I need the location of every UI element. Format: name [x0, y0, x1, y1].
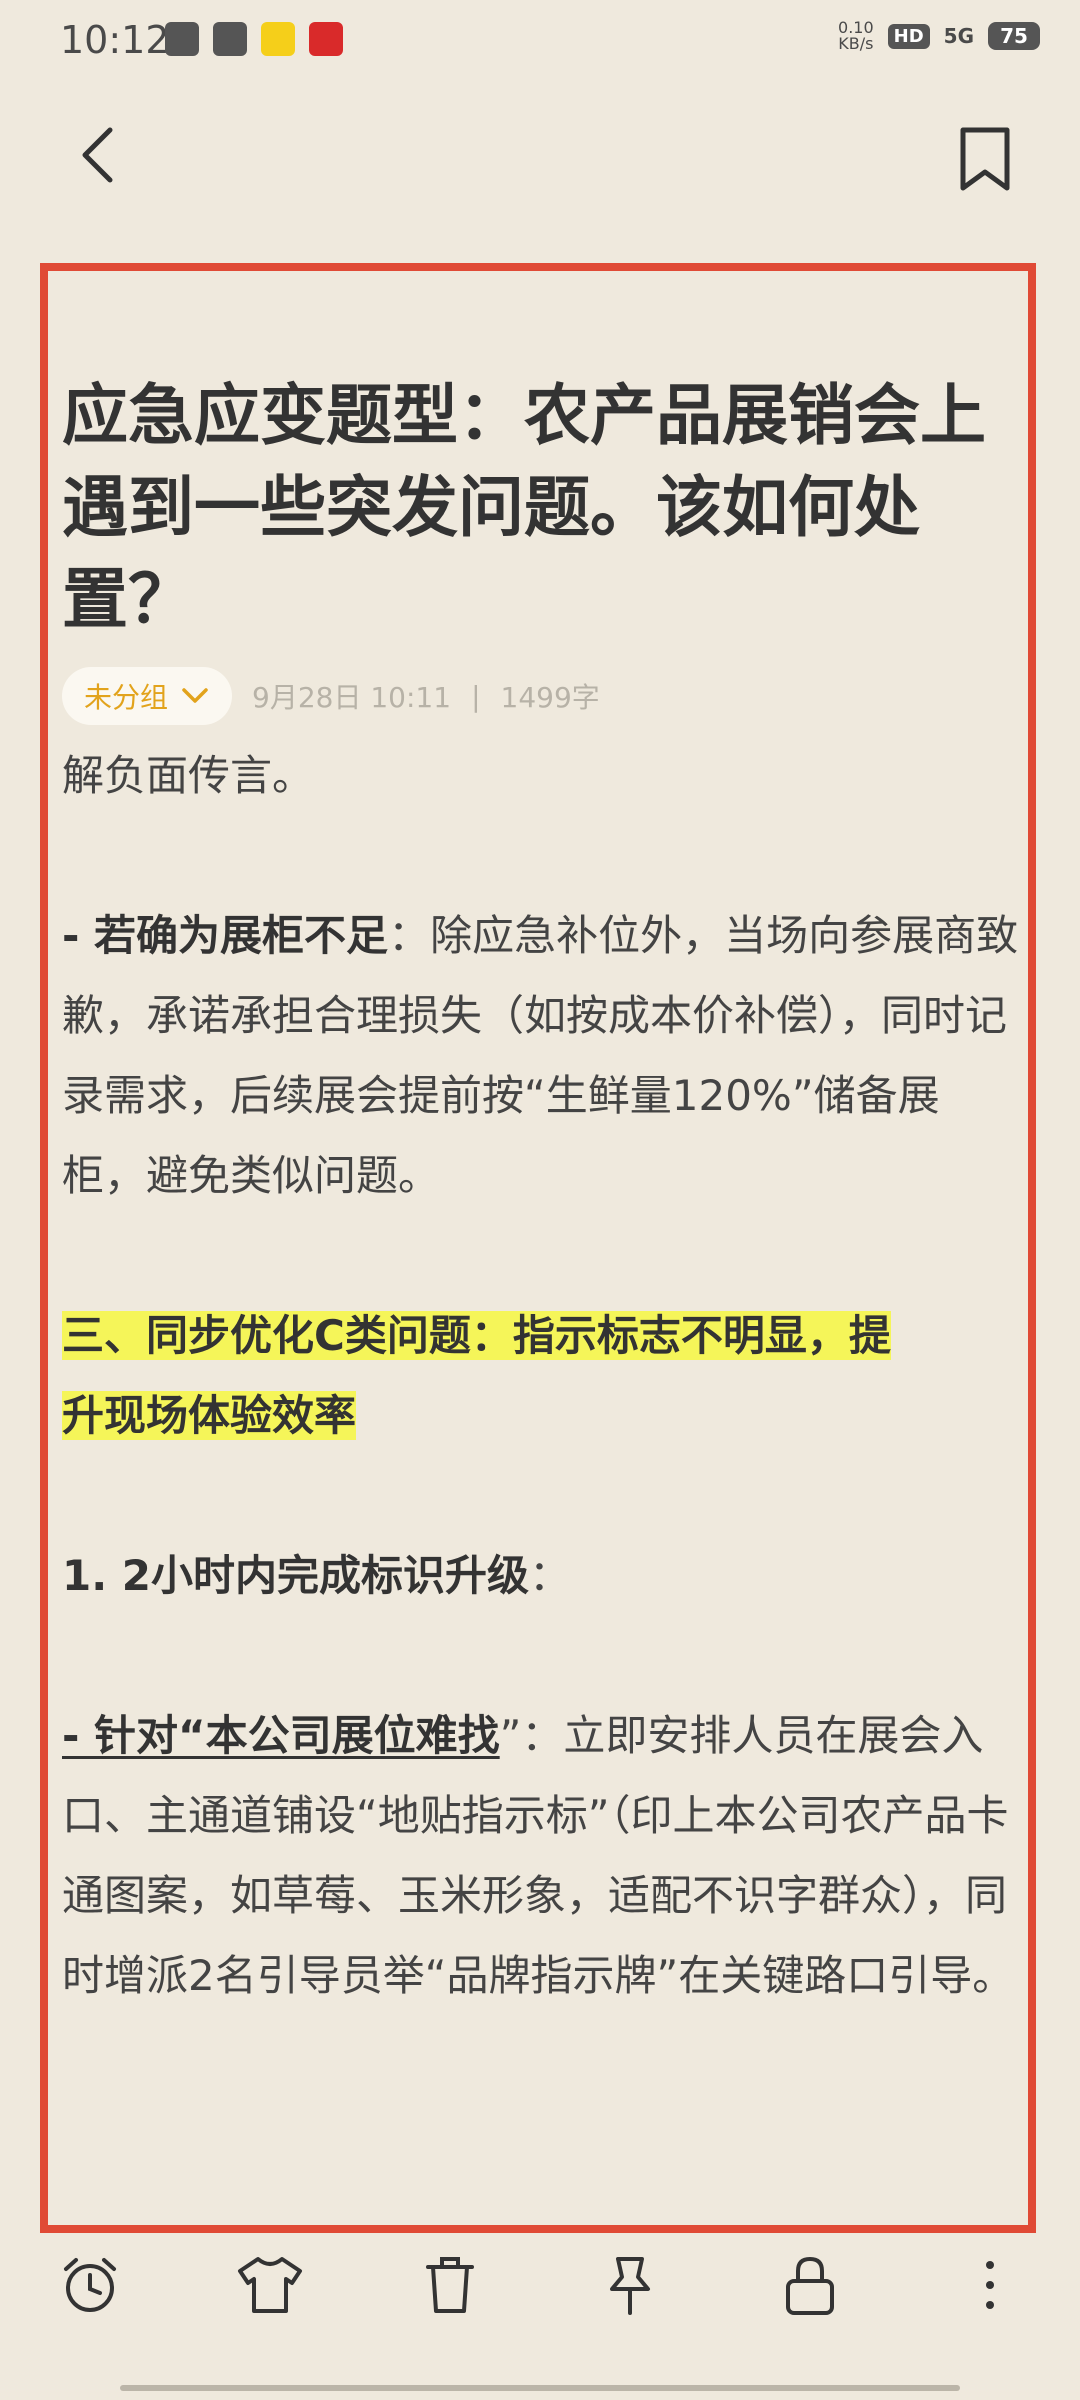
paragraph: - 针对“本公司展位难找”：立即安排人员在展会入口、主通道铺设“地贴指示标”（印…	[62, 1696, 1022, 2016]
chevron-left-icon	[82, 127, 113, 183]
alarm-icon	[64, 2258, 116, 2312]
note-meta: 未分组 9月28日 10:11 | 1499字	[62, 666, 1022, 726]
more-icon	[986, 2261, 994, 2309]
home-indicator[interactable]	[120, 2385, 960, 2391]
bookmark-button[interactable]	[955, 125, 1015, 195]
status-bar: 10:12 0.10 KB/s HD 5G 75	[0, 0, 1080, 80]
network-speed: 0.10 KB/s	[838, 18, 874, 53]
app-notification-icon	[165, 22, 199, 56]
note-content[interactable]: 应急应变题型：农产品展销会上遇到一些突发问题。该如何处置？ 未分组 9月28日 …	[62, 370, 1022, 2016]
pinwheel-icon	[213, 22, 247, 56]
highlighted-text: 三、同步优化C类问题：指示标志不明显，提	[62, 1311, 891, 1360]
status-time: 10:12	[60, 18, 170, 62]
highlighted-text: 升现场体验效率	[62, 1391, 357, 1440]
chevron-down-icon	[182, 688, 208, 703]
shirt-icon	[238, 2257, 302, 2313]
status-indicators: 0.10 KB/s HD 5G 75	[838, 20, 1040, 52]
app-notification-icon	[261, 22, 295, 56]
group-label: 未分组	[84, 681, 169, 714]
section-heading: 三、同步优化C类问题：指示标志不明显，提 升现场体验效率	[62, 1296, 1022, 1456]
hd-badge: HD	[887, 23, 930, 49]
delete-button[interactable]	[415, 2250, 485, 2320]
meta-separator: |	[471, 679, 481, 713]
paragraph: 解负面传言。	[62, 751, 315, 800]
theme-button[interactable]	[235, 2250, 305, 2320]
back-button[interactable]	[70, 125, 130, 185]
trash-icon	[426, 2257, 474, 2313]
bold-text: 1. 2小时内完成标识升级	[62, 1551, 530, 1600]
battery-icon: 75	[988, 22, 1040, 50]
paragraph: - 若确为展柜不足：除应急补位外，当场向参展商致歉，承诺承担合理损失（如按成本价…	[62, 896, 1022, 1216]
pin-button[interactable]	[595, 2250, 665, 2320]
lock-button[interactable]	[775, 2250, 845, 2320]
bold-text: - 若确为展柜不足	[62, 911, 389, 960]
bold-underlined-text: - 针对“本公司展位难找	[62, 1711, 500, 1760]
more-button[interactable]	[955, 2250, 1025, 2320]
app-notification-icon	[309, 22, 343, 56]
list-item: 1. 2小时内完成标识升级：	[62, 1536, 1022, 1616]
note-title[interactable]: 应急应变题型：农产品展销会上遇到一些突发问题。该如何处置？	[62, 370, 1022, 646]
text: ：	[529, 1551, 572, 1600]
group-selector[interactable]: 未分组	[62, 667, 233, 725]
word-count: 1499字	[500, 681, 600, 714]
lock-icon	[786, 2256, 834, 2315]
note-body[interactable]: 解负面传言。 - 若确为展柜不足：除应急补位外，当场向参展商致歉，承诺承担合理损…	[62, 736, 1022, 2016]
signal-icon: 5G	[943, 24, 974, 48]
bookmark-icon	[960, 127, 1010, 191]
notification-icons	[165, 22, 343, 56]
bottom-toolbar	[0, 2230, 1080, 2340]
note-date: 9月28日 10:11	[252, 681, 452, 714]
pin-icon	[610, 2257, 650, 2315]
reminder-button[interactable]	[55, 2250, 125, 2320]
